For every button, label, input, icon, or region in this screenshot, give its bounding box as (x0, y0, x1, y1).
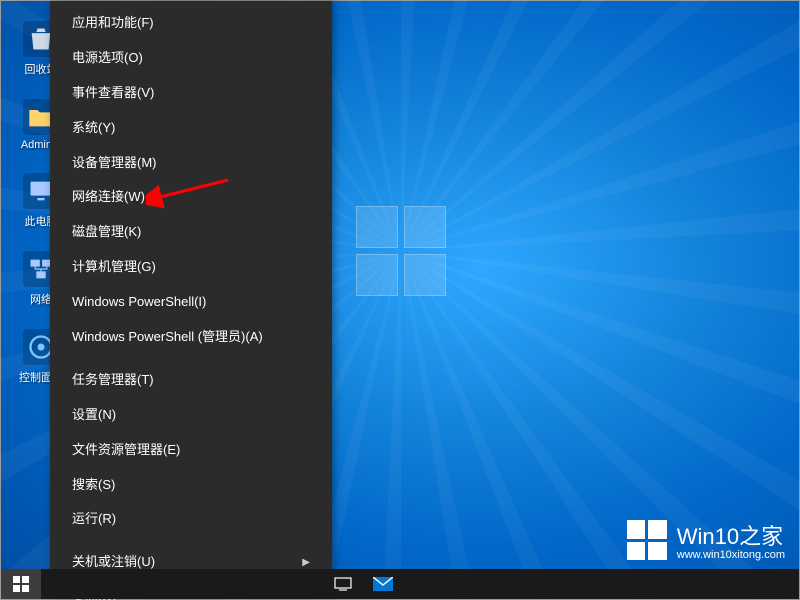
menu-item-power-options[interactable]: 电源选项(O) (50, 41, 332, 76)
menu-item-label: 设置(N) (72, 407, 116, 424)
menu-item-disk-management[interactable]: 磁盘管理(K) (50, 215, 332, 250)
menu-item-label: 磁盘管理(K) (72, 224, 141, 241)
desktop-icon-label: 网络 (30, 291, 52, 307)
menu-item-settings[interactable]: 设置(N) (50, 398, 332, 433)
menu-item-run[interactable]: 运行(R) (50, 502, 332, 537)
menu-item-apps-features[interactable]: 应用和功能(F) (50, 6, 332, 41)
watermark-url: www.win10xitong.com (677, 549, 785, 561)
windows-logo-icon (627, 520, 667, 560)
menu-item-task-manager[interactable]: 任务管理器(T) (50, 363, 332, 398)
start-button[interactable] (1, 569, 41, 599)
task-view-icon (334, 577, 352, 591)
winx-context-menu: 应用和功能(F) 电源选项(O) 事件查看器(V) 系统(Y) 设备管理器(M)… (50, 1, 332, 596)
desktop: 回收站 Admin... 此电脑 网络 控制面板 (0, 0, 800, 600)
menu-item-powershell-admin[interactable]: Windows PowerShell (管理员)(A) (50, 320, 332, 355)
menu-item-label: 系统(Y) (72, 120, 115, 137)
menu-item-device-manager[interactable]: 设备管理器(M) (50, 146, 332, 181)
wallpaper-windows-logo (356, 206, 446, 296)
watermark-title: Win10之家 (677, 524, 783, 549)
menu-item-label: 电源选项(O) (72, 50, 143, 67)
menu-item-label: 事件查看器(V) (72, 85, 154, 102)
menu-item-network-connections[interactable]: 网络连接(W) (50, 180, 332, 215)
menu-item-label: 网络连接(W) (72, 189, 145, 206)
menu-item-label: 运行(R) (72, 511, 116, 528)
taskbar-mail[interactable] (363, 569, 403, 599)
watermark-text: Win10之家 www.win10xitong.com (677, 519, 785, 561)
menu-item-label: Windows PowerShell (管理员)(A) (72, 329, 263, 346)
mail-icon (373, 577, 393, 591)
watermark: Win10之家 www.win10xitong.com (627, 519, 785, 561)
windows-logo-icon (13, 576, 29, 592)
menu-item-label: 计算机管理(G) (72, 259, 156, 276)
menu-item-computer-management[interactable]: 计算机管理(G) (50, 250, 332, 285)
menu-item-label: 应用和功能(F) (72, 15, 154, 32)
menu-item-label: 文件资源管理器(E) (72, 442, 180, 459)
menu-item-system[interactable]: 系统(Y) (50, 111, 332, 146)
menu-item-search[interactable]: 搜索(S) (50, 468, 332, 503)
chevron-right-icon: ▶ (302, 556, 310, 569)
menu-item-event-viewer[interactable]: 事件查看器(V) (50, 76, 332, 111)
taskbar-task-view[interactable] (323, 569, 363, 599)
taskbar (1, 569, 799, 599)
menu-item-file-explorer[interactable]: 文件资源管理器(E) (50, 433, 332, 468)
menu-item-label: Windows PowerShell(I) (72, 294, 206, 311)
menu-item-label: 任务管理器(T) (72, 372, 154, 389)
menu-item-label: 搜索(S) (72, 477, 115, 494)
menu-item-powershell[interactable]: Windows PowerShell(I) (50, 285, 332, 320)
menu-item-label: 设备管理器(M) (72, 155, 157, 172)
